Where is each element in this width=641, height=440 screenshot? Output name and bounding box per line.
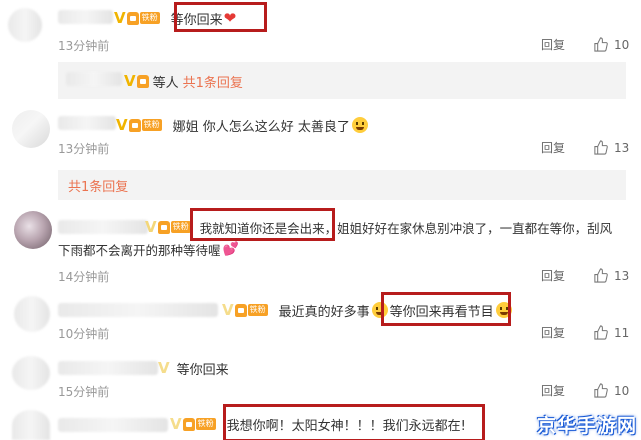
reply-button[interactable]: 回复 — [541, 324, 565, 341]
blurred-username — [58, 361, 158, 375]
comment-2-body: V 铁粉 娜姐 你人怎么这么好 太善良了 — [116, 115, 368, 135]
thumbs-up-icon[interactable] — [593, 383, 608, 398]
verified-v-icon: V — [222, 301, 234, 319]
verified-v-icon: V — [145, 218, 157, 236]
comment-3-body-line-2: 下雨都不会离开的那种等待喔 💕 — [58, 239, 239, 259]
fan-badge-icon — [136, 74, 149, 88]
thumbs-up-icon[interactable] — [593, 325, 608, 340]
comment-actions: 回复 10 — [541, 382, 629, 399]
fan-badge-icon — [126, 11, 139, 25]
reply-count-link[interactable]: 共1条回复 — [183, 72, 243, 91]
verified-v-icon: V — [124, 72, 136, 90]
like-count: 10 — [614, 37, 630, 52]
comment-actions: 回复 13 — [541, 267, 629, 284]
like-count: 11 — [614, 325, 630, 340]
avatar[interactable] — [12, 110, 50, 148]
comment-time: 14分钟前 — [58, 270, 110, 284]
blurred-username — [66, 72, 122, 86]
reply-count-link[interactable]: 共1条回复 — [68, 175, 128, 195]
comment-time: 13分钟前 — [58, 142, 110, 156]
like-count: 10 — [614, 383, 630, 398]
blurred-username — [58, 303, 218, 317]
fan-tag: 铁粉 — [195, 418, 216, 430]
highlight-box — [174, 2, 267, 32]
highlight-box — [381, 292, 511, 326]
like-count: 13 — [614, 268, 630, 283]
verified-v-icon: V — [170, 415, 182, 433]
fan-badge-icon — [128, 118, 141, 132]
fan-tag: 铁粉 — [247, 304, 268, 316]
highlight-box — [190, 208, 335, 241]
verified-v-icon: V — [114, 9, 126, 27]
comment-time: 15分钟前 — [58, 385, 110, 399]
thumbs-up-icon[interactable] — [593, 268, 608, 283]
verified-v-icon: V — [116, 116, 128, 134]
blurred-username — [58, 418, 168, 432]
comment-actions: 回复 10 — [541, 36, 629, 53]
crying-emoji-icon — [351, 117, 368, 133]
blurred-avatar — [12, 356, 50, 390]
fan-badge-icon — [157, 220, 170, 234]
comment-actions: 回复 13 — [541, 139, 629, 156]
comment-text: 等你回来 — [176, 362, 229, 378]
comment-time: 13分钟前 — [58, 39, 110, 53]
fan-tag: 铁粉 — [139, 12, 160, 24]
comment-time: 10分钟前 — [58, 327, 110, 341]
highlight-box — [223, 404, 485, 440]
comment-text-line-2: 下雨都不会离开的那种等待喔 — [58, 242, 221, 258]
hearts-emoji-icon: 💕 — [222, 241, 239, 257]
blurred-avatar — [12, 410, 50, 440]
watermark-logo: 京华手游网 — [536, 415, 637, 437]
reply-button[interactable]: 回复 — [541, 382, 565, 399]
comment-5-body: V 等你回来 — [158, 358, 229, 378]
reply-button[interactable]: 回复 — [541, 36, 565, 53]
blurred-avatar — [14, 296, 50, 332]
reply-preview-body: V 等人 共1条回复 — [124, 71, 243, 91]
thumbs-up-icon[interactable] — [593, 37, 608, 52]
fan-badge-icon — [234, 303, 247, 317]
comment-text: 娜姐 你人怎么这么好 太善良了 — [172, 119, 350, 135]
blurred-username — [58, 220, 148, 234]
blurred-username — [58, 116, 116, 130]
reply-button[interactable]: 回复 — [541, 139, 565, 156]
thumbs-up-icon[interactable] — [593, 140, 608, 155]
avatar[interactable] — [14, 211, 52, 249]
comment-text: 最近真的好多事 — [278, 304, 370, 320]
reply-count-bar[interactable] — [58, 170, 626, 200]
reply-preview-text: 等人 — [152, 75, 179, 91]
fan-tag: 铁粉 — [170, 221, 191, 233]
fan-badge-icon — [182, 417, 195, 431]
blurred-username — [58, 10, 113, 24]
reply-button[interactable]: 回复 — [541, 267, 565, 284]
fan-tag: 铁粉 — [141, 119, 162, 131]
verified-v-icon: V — [158, 359, 170, 377]
blurred-avatar — [8, 8, 42, 42]
comment-actions: 回复 11 — [541, 324, 629, 341]
like-count: 13 — [614, 140, 630, 155]
